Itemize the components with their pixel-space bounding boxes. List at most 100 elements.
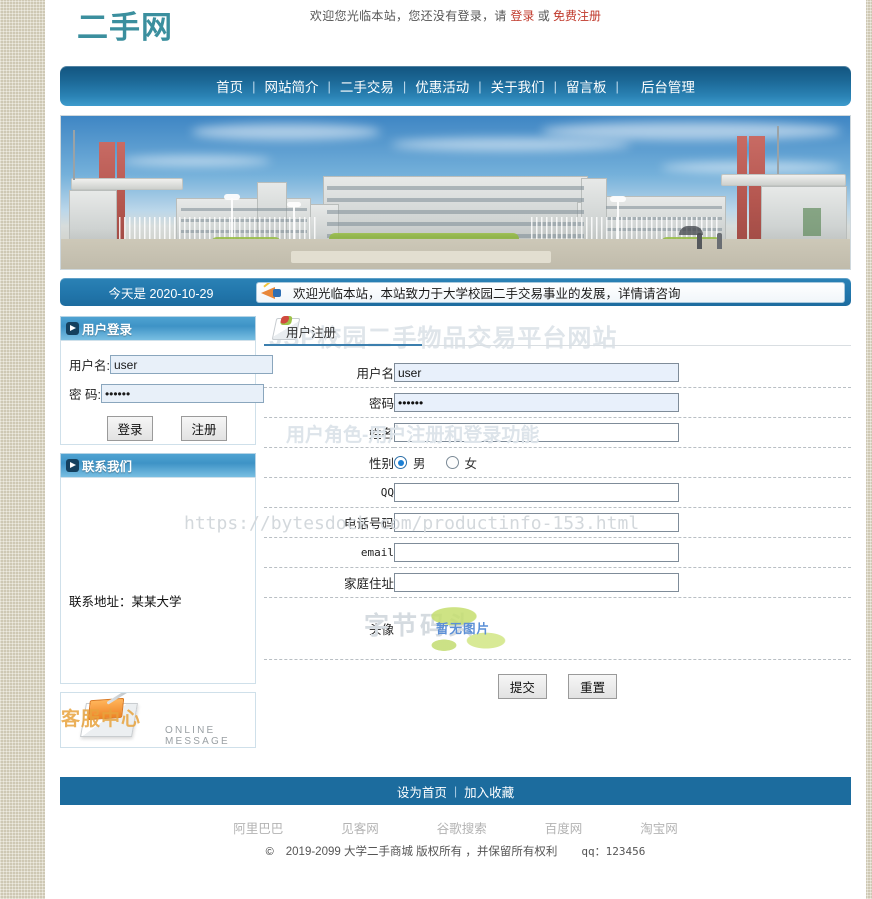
welcome-text: 欢迎您光临本站，您还没有登录，请	[309, 9, 511, 23]
submit-button[interactable]: 提交	[497, 674, 547, 699]
form-header: 用户注册	[264, 316, 851, 346]
gender-radio-group: 男 女	[394, 453, 851, 472]
main-navigation: 首页 | 网站简介 | 二手交易 | 优惠活动 | 关于我们 | 留言板 | 后…	[60, 66, 851, 106]
nav-wrapper: 首页 | 网站简介 | 二手交易 | 优惠活动 | 关于我们 | 留言板 | 后…	[45, 66, 866, 106]
gender-female-radio[interactable]	[445, 456, 459, 469]
field-cell-realname	[394, 417, 851, 448]
contact-address: 联系地址：某某大学	[69, 595, 182, 609]
logo-area: 二手网	[45, 10, 866, 66]
notice-wrapper: 今天是 2020-10-29 欢迎光临本站，本站致力于大学校园二手交易事业的发展…	[45, 270, 866, 306]
today-date-label: 今天是 2020-10-29	[108, 286, 214, 301]
avatar-preview[interactable]: 暂无图片	[424, 600, 524, 658]
add-favorite-link[interactable]: 加入收藏	[457, 782, 521, 801]
nav-item-admin[interactable]: 后台管理	[619, 76, 704, 96]
register-username-input[interactable]	[394, 363, 679, 382]
sidebar-password-input[interactable]	[100, 384, 264, 403]
avatar-placeholder-text: 暂无图片	[436, 622, 491, 636]
field-label-email: email	[264, 537, 394, 568]
contact-panel: 联系我们 联系地址：某某大学	[60, 453, 256, 684]
arrow-right-icon	[66, 459, 79, 472]
campus-banner-image	[60, 115, 851, 270]
form-row-realname: 姓名	[264, 417, 851, 448]
field-cell-username	[394, 358, 851, 388]
friend-link-google[interactable]: 谷歌搜索	[437, 818, 487, 837]
form-row-email: email	[264, 537, 851, 568]
arrow-right-icon	[66, 322, 79, 335]
field-label-avatar: 头像	[264, 597, 394, 660]
login-panel-title: 用户登录	[82, 323, 133, 337]
field-cell-address	[394, 567, 851, 598]
footer-qq: qq：123456	[581, 845, 646, 858]
register-password-input[interactable]	[394, 393, 679, 412]
nav-item-intro[interactable]: 网站简介	[255, 76, 327, 96]
username-row: 用户名:	[69, 355, 273, 374]
nav-item-promotions[interactable]: 优惠活动	[406, 76, 478, 96]
login-link[interactable]: 登录	[510, 9, 534, 23]
field-cell-avatar: 暂无图片	[394, 597, 851, 660]
register-address-input[interactable]	[394, 573, 679, 592]
sidebar-register-button[interactable]: 注册	[181, 416, 227, 441]
gender-male-label: 男	[413, 457, 426, 471]
contact-panel-header: 联系我们	[60, 453, 256, 477]
field-label-gender: 性别	[264, 447, 394, 478]
copyright-text: 2019-2099 大学二手商城 版权所有 ，并保留所有权利	[285, 846, 558, 858]
reset-button[interactable]: 重置	[568, 674, 618, 699]
field-label-qq: QQ	[264, 477, 394, 508]
nav-item-about[interactable]: 关于我们	[482, 76, 554, 96]
form-row-actions: 提交 重置	[264, 660, 851, 705]
free-register-link[interactable]: 免费注册	[553, 9, 601, 23]
field-label-username: 用户名	[264, 358, 394, 388]
nav-item-trade[interactable]: 二手交易	[331, 76, 403, 96]
main-panel: JSP校园二手物品交易平台网站 用户角色-用户注册和登录功能 https://b…	[184, 316, 851, 771]
friend-link-jianke[interactable]: 见客网	[341, 818, 379, 837]
copyright-mark: ©	[265, 846, 274, 858]
copyright-line: © 2019-2099 大学二手商城 版权所有 ，并保留所有权利 qq：123456	[60, 843, 851, 865]
sidebar-username-input[interactable]	[109, 355, 273, 374]
field-label-phone: 电话号码	[264, 507, 394, 538]
page-container: 欢迎您光临本站，您还没有登录，请 登录 或 免费注册 二手网 首页 | 网站简介…	[45, 0, 866, 899]
register-realname-input[interactable]	[394, 423, 679, 442]
sidebar-login-button[interactable]: 登录	[107, 416, 153, 441]
announcement-marquee: 欢迎光临本站，本站致力于大学校园二手交易事业的发展，详情请咨询	[256, 281, 845, 303]
friend-link-taobao[interactable]: 淘宝网	[640, 818, 678, 837]
login-buttons-row: 登录 注册	[69, 413, 247, 441]
site-logo[interactable]: 二手网	[77, 2, 173, 47]
footer-bar: 设为首页 | 加入收藏	[60, 777, 851, 805]
register-phone-input[interactable]	[394, 513, 679, 532]
friend-links: 阿里巴巴 见客网 谷歌搜索 百度网 淘宝网	[60, 805, 851, 843]
contact-panel-title: 联系我们	[82, 460, 133, 474]
login-panel-header: 用户登录	[60, 316, 256, 340]
nav-item-guestbook[interactable]: 留言板	[557, 76, 616, 96]
register-qq-input[interactable]	[394, 483, 679, 502]
content-area: 用户登录 用户名: 密 码: 登录 注册	[45, 306, 866, 771]
field-label-realname: 姓名	[264, 417, 394, 448]
online-message-banner[interactable]: 客服中心 ONLINE MESSAGE	[60, 692, 256, 748]
field-cell-gender: 男 女	[394, 447, 851, 478]
form-actions-cell: 提交 重置	[264, 660, 851, 705]
field-cell-password	[394, 387, 851, 418]
form-title: 用户注册	[286, 326, 337, 340]
set-homepage-link[interactable]: 设为首页	[390, 782, 454, 801]
username-label: 用户名:	[69, 359, 110, 373]
register-email-input[interactable]	[394, 543, 679, 562]
form-row-avatar: 头像 暂无图片	[264, 597, 851, 660]
contact-panel-body: 联系地址：某某大学	[60, 477, 256, 684]
field-cell-phone	[394, 507, 851, 538]
banner-wrapper	[45, 106, 866, 270]
megaphone-icon	[261, 282, 287, 301]
form-row-password: 密码	[264, 387, 851, 418]
login-panel: 用户登录 用户名: 密 码: 登录 注册	[60, 316, 273, 445]
form-title-underline	[264, 344, 422, 346]
friend-link-baidu[interactable]: 百度网	[545, 818, 583, 837]
gender-male-radio[interactable]	[394, 456, 407, 469]
nav-item-home[interactable]: 首页	[207, 76, 252, 96]
field-cell-email	[394, 537, 851, 568]
registration-form: 用户名 密码 姓名 性	[264, 358, 851, 704]
field-cell-qq	[394, 477, 851, 508]
sidebar: 用户登录 用户名: 密 码: 登录 注册	[60, 316, 273, 748]
field-label-address: 家庭住址	[264, 567, 394, 598]
friend-link-alibaba[interactable]: 阿里巴巴	[233, 818, 283, 837]
online-service-watermark: 客服中心	[61, 709, 142, 730]
announcement-text: 欢迎光临本站，本站致力于大学校园二手交易事业的发展，详情请咨询	[293, 286, 681, 301]
form-row-phone: 电话号码	[264, 507, 851, 538]
